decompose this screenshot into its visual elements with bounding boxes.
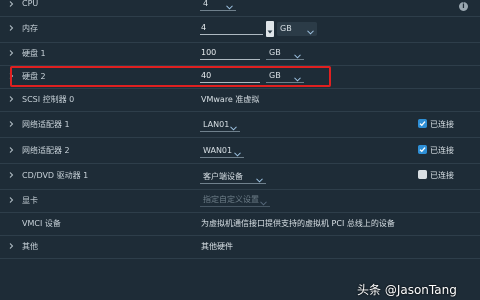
- nic-2-label: 网络适配器 2: [22, 146, 70, 155]
- disk-1-size-input[interactable]: 100: [200, 46, 260, 60]
- chevron-right-icon[interactable]: [7, 0, 15, 8]
- scsi-value: VMware 准虚拟: [201, 95, 260, 104]
- vmci-label: VMCI 设备: [22, 219, 61, 228]
- cdrom-device: 客户端设备: [203, 172, 243, 181]
- nic-1-network-select[interactable]: LAN01: [200, 118, 240, 132]
- row-network-adapter-2: 网络适配器 2 WAN01 已连接: [0, 137, 480, 164]
- cdrom-label: CD/DVD 驱动器 1: [22, 171, 89, 180]
- chevron-right-icon[interactable]: [7, 146, 15, 154]
- nic-2-connected-checkbox[interactable]: [418, 145, 427, 154]
- vmci-description: 为虚拟机通信接口提供支持的虚拟机 PCI 总线上的设备: [201, 219, 395, 228]
- chevron-down-icon: [256, 174, 263, 183]
- disk-1-unit: GB: [269, 48, 281, 57]
- row-vmci-device: VMCI 设备 为虚拟机通信接口提供支持的虚拟机 PCI 总线上的设备: [0, 212, 480, 236]
- disk-1-label: 硬盘 1: [22, 49, 46, 58]
- other-value: 其他硬件: [201, 242, 233, 251]
- nic-1-connected-checkbox[interactable]: [418, 119, 427, 128]
- chevron-down-icon: [234, 148, 241, 157]
- memory-unit: GB: [280, 24, 292, 33]
- disk-1-unit-select[interactable]: GB: [266, 46, 304, 60]
- nic-2-network: WAN01: [203, 146, 233, 155]
- watermark: 头条 @JasonTang: [357, 283, 457, 297]
- chevron-right-icon[interactable]: [7, 49, 15, 57]
- row-cpu: CPU 4: [0, 0, 480, 17]
- video-card-label: 显卡: [22, 196, 38, 205]
- scsi-label: SCSI 控制器 0: [22, 95, 75, 104]
- chevron-right-icon[interactable]: [7, 196, 15, 204]
- disk-2-highlight-box: [10, 66, 331, 87]
- nic-2-network-select[interactable]: WAN01: [200, 144, 244, 158]
- other-label: 其他: [22, 242, 38, 251]
- video-card-settings: 指定自定义设置: [203, 195, 259, 204]
- row-disk-1: 硬盘 1 100 GB: [0, 42, 480, 66]
- chevron-down-icon: [260, 197, 267, 206]
- video-card-settings-select: 指定自定义设置: [200, 193, 270, 207]
- nic-1-network: LAN01: [203, 120, 230, 129]
- row-network-adapter-1: 网络适配器 1 LAN01 已连接: [0, 111, 480, 138]
- cpu-value: 4: [203, 0, 209, 8]
- cdrom-connected-checkbox[interactable]: [418, 170, 427, 179]
- cpu-select[interactable]: 4: [200, 0, 236, 11]
- chevron-down-icon: [226, 1, 233, 10]
- row-scsi-controller: SCSI 控制器 0 VMware 准虚拟: [0, 88, 480, 112]
- memory-unit-select[interactable]: GB: [277, 22, 317, 36]
- row-cd-dvd-drive: CD/DVD 驱动器 1 客户端设备 已连接: [0, 163, 480, 190]
- cdrom-device-select[interactable]: 客户端设备: [200, 170, 266, 184]
- cpu-label: CPU: [22, 0, 39, 8]
- row-memory: 内存 4 GB: [0, 16, 480, 43]
- nic-2-connected-label: 已连接: [430, 146, 454, 155]
- chevron-right-icon[interactable]: [7, 24, 15, 32]
- chevron-down-icon: [230, 122, 237, 131]
- chevron-right-icon[interactable]: [7, 242, 15, 250]
- vm-hardware-settings-panel: i CPU 4 内存 4 GB 硬盘 1 100 GB 硬盘 2 40 GB S…: [0, 0, 480, 300]
- chevron-right-icon[interactable]: [7, 120, 15, 128]
- row-video-card: 显卡 指定自定义设置: [0, 189, 480, 213]
- nic-1-connected-label: 已连接: [430, 120, 454, 129]
- memory-label: 内存: [22, 24, 38, 33]
- chevron-down-icon: [294, 50, 301, 59]
- chevron-right-icon[interactable]: [7, 171, 15, 179]
- row-other-hardware: 其他 其他硬件: [0, 235, 480, 259]
- memory-input[interactable]: 4: [200, 21, 263, 35]
- cdrom-connected-label: 已连接: [430, 171, 454, 180]
- nic-1-label: 网络适配器 1: [22, 120, 70, 129]
- chevron-down-icon: [267, 27, 273, 34]
- memory-spinner[interactable]: [266, 21, 274, 37]
- chevron-down-icon: [307, 26, 314, 35]
- chevron-right-icon[interactable]: [7, 95, 15, 103]
